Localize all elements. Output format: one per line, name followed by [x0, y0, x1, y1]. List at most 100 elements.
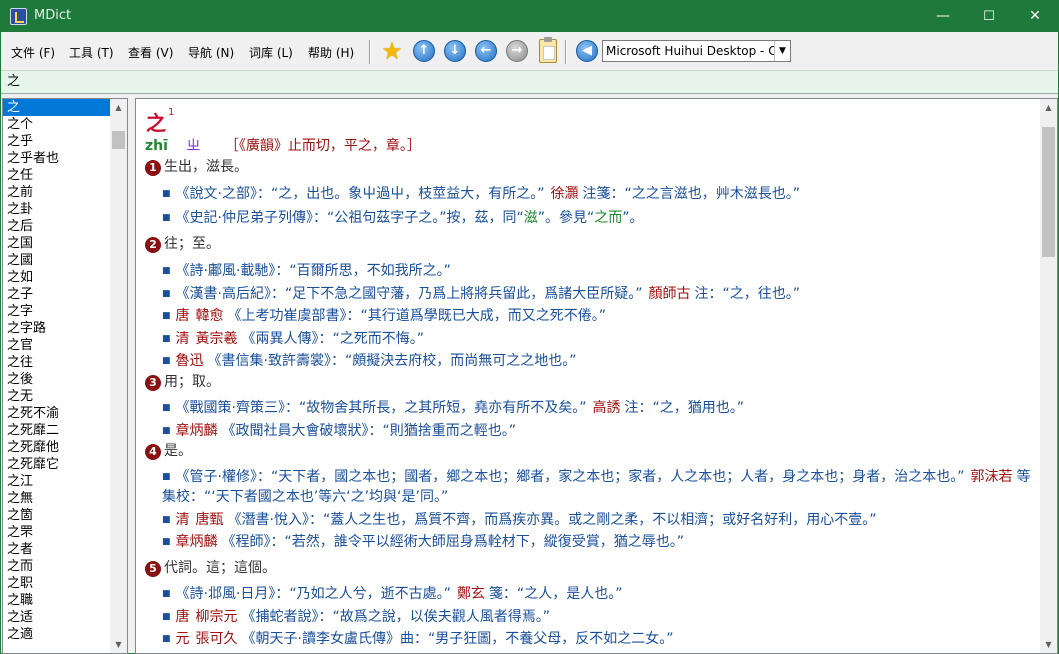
menu-file[interactable]: 文件 (F) — [11, 44, 55, 61]
word-list-item[interactable]: 之卦 — [3, 201, 110, 218]
word-list-item[interactable]: 之無 — [3, 490, 110, 507]
close-button[interactable]: ✕ — [1012, 1, 1058, 32]
example-quote: 注：“之，猶用也。” — [624, 400, 744, 416]
word-list-item[interactable]: 之適 — [3, 626, 110, 643]
word-list-item[interactable]: 之适 — [3, 609, 110, 626]
word-list-item[interactable]: 之乎者也 — [3, 150, 110, 167]
example-quote: “乃如之人兮，逝不古處。” — [289, 586, 451, 602]
search-input[interactable]: 之 — [1, 70, 1058, 94]
menu-help[interactable]: 帮助 (H) — [308, 44, 354, 61]
example-era: 唐 — [175, 308, 190, 324]
word-list-item[interactable]: 之如 — [3, 269, 110, 286]
pinyin: zhī — [145, 138, 168, 154]
menu-tools[interactable]: 工具 (T) — [69, 44, 114, 61]
cross-reference-link[interactable]: 之而 — [594, 210, 622, 226]
window-title: MDict — [34, 8, 72, 23]
word-list-item[interactable]: 之无 — [3, 388, 110, 405]
example-citation: ■ 《詩·邶風·日月》：“乃如之人兮，逝不古處。” 鄭玄 箋：“之人，是人也。” — [162, 583, 622, 603]
bullet-icon: ■ — [162, 266, 171, 276]
word-list-item[interactable]: 之任 — [3, 167, 110, 184]
menu-view[interactable]: 查看 (V) — [128, 44, 173, 61]
example-citation: ■ 《說文·之部》：“之，出也。象屮過屮，枝莖益大，有所之。” 徐灝 注箋：“之之言滋… — [162, 183, 800, 203]
word-list-item[interactable]: 之个 — [3, 116, 110, 133]
scroll-thumb[interactable] — [1042, 127, 1055, 257]
maximize-button[interactable]: ☐ — [966, 1, 1012, 32]
app-logo-icon — [10, 8, 27, 25]
word-list-item[interactable]: 之字 — [3, 303, 110, 320]
example-quote: “天下者，國之本也；國者，鄉之本也；鄉者，家之本也；家者，人之本也；人者，身之本… — [270, 469, 965, 485]
word-list-item[interactable]: 之死不渝 — [3, 405, 110, 422]
sense-number: 4 — [145, 444, 161, 460]
word-list-item[interactable]: 之官 — [3, 337, 110, 354]
star-icon[interactable]: ★ — [381, 39, 403, 63]
example-era: 清 — [175, 331, 190, 347]
bullet-icon: ■ — [162, 537, 171, 547]
sense-text: 代詞。這；這個。 — [164, 560, 276, 576]
cross-reference-link[interactable]: 滋 — [524, 210, 538, 226]
word-list-item[interactable]: 之职 — [3, 575, 110, 592]
bullet-icon: ■ — [162, 515, 171, 525]
scroll-thumb[interactable] — [112, 131, 125, 149]
word-list-item[interactable]: 之死靡二 — [3, 422, 110, 439]
word-list-item[interactable]: 之乎 — [3, 133, 110, 150]
example-source: 《管子·權修》： — [175, 469, 271, 485]
menu-toolbar: 文件 (F) 工具 (T) 查看 (V) 导航 (N) 词库 (L) 帮助 (H… — [1, 32, 1058, 70]
sense-definition: 1 生出，滋長。 — [145, 156, 248, 176]
scroll-up-icon[interactable]: ▲ — [1040, 99, 1057, 116]
word-list-item[interactable]: 之國 — [3, 252, 110, 269]
sense-number: 2 — [145, 237, 161, 253]
pronunciation-line: zhī ㄓ ［《廣韻》止而切，平之，章。］ — [145, 135, 421, 155]
word-list-item[interactable]: 之子 — [3, 286, 110, 303]
minimize-button[interactable]: — — [920, 1, 966, 32]
example-quote: “其行道爲學既已大成，而又之死不倦。” — [360, 308, 607, 324]
arrow-right-icon[interactable]: → — [506, 40, 528, 62]
example-source: 《漢書·高后紀》： — [175, 286, 285, 302]
speaker-back-icon[interactable]: ◀ — [576, 40, 598, 62]
clipboard-icon[interactable] — [539, 37, 557, 63]
bullet-icon: ■ — [162, 612, 171, 622]
arrow-down-icon[interactable]: ↓ — [444, 40, 466, 62]
word-list-item[interactable]: 之国 — [3, 235, 110, 252]
sense-text: 是。 — [164, 443, 192, 459]
example-citation: ■ 《管子·權修》：“天下者，國之本也；國者，鄉之本也；鄉者，家之本也；家者，人之… — [162, 467, 1042, 507]
arrow-up-icon[interactable]: ↑ — [413, 40, 435, 62]
bullet-icon: ■ — [162, 289, 171, 299]
example-author: 魯迅 — [175, 353, 204, 369]
word-list-item[interactable]: 之後 — [3, 371, 110, 388]
scroll-down-icon[interactable]: ▼ — [110, 636, 127, 653]
bullet-icon: ■ — [162, 589, 171, 599]
word-list-item[interactable]: 之字路 — [3, 320, 110, 337]
word-list-item[interactable]: 之 — [3, 99, 110, 116]
word-list-item[interactable]: 之往 — [3, 354, 110, 371]
word-list-item[interactable]: 之死靡它 — [3, 456, 110, 473]
word-list-item[interactable]: 之江 — [3, 473, 110, 490]
word-list-item[interactable]: 之職 — [3, 592, 110, 609]
scroll-down-icon[interactable]: ▼ — [1040, 636, 1057, 653]
sense-text: 往；至。 — [164, 236, 220, 252]
dictionary-select[interactable]: Microsoft Huihui Desktop - C ▼ — [602, 40, 791, 62]
arrow-left-icon[interactable]: ← — [475, 40, 497, 62]
scroll-up-icon[interactable]: ▲ — [110, 99, 127, 116]
word-list-item[interactable]: 之罘 — [3, 524, 110, 541]
chevron-down-icon[interactable]: ▼ — [774, 41, 790, 61]
sense-number: 3 — [145, 375, 161, 391]
word-list-item[interactable]: 之死靡他 — [3, 439, 110, 456]
word-list-scrollbar[interactable]: ▲ ▼ — [110, 99, 127, 653]
menu-library[interactable]: 词库 (L) — [249, 44, 293, 61]
example-source: 《潛書·悅入》： — [227, 512, 323, 528]
example-quote: “則猶捨重而之輕也。” — [382, 423, 517, 439]
word-list-item[interactable]: 之者 — [3, 541, 110, 558]
menu-navigation[interactable]: 导航 (N) — [188, 44, 234, 61]
example-quote: “故物舍其所長，之其所短，堯亦有所不及矣。” — [298, 400, 587, 416]
word-list-item[interactable]: 之前 — [3, 184, 110, 201]
example-author: 章炳麟 — [175, 423, 218, 439]
entry-scrollbar[interactable]: ▲ ▼ — [1040, 99, 1057, 653]
word-list-item[interactable]: 之箇 — [3, 507, 110, 524]
headword: 之 — [146, 111, 166, 135]
sense-number: 5 — [145, 561, 161, 577]
word-list-item[interactable]: 之后 — [3, 218, 110, 235]
example-author: 黃宗羲 — [195, 331, 238, 347]
example-source: 《政聞社員大會破壞狀》： — [221, 423, 383, 439]
example-quote: “之死而不悔。” — [332, 331, 425, 347]
word-list-item[interactable]: 之而 — [3, 558, 110, 575]
